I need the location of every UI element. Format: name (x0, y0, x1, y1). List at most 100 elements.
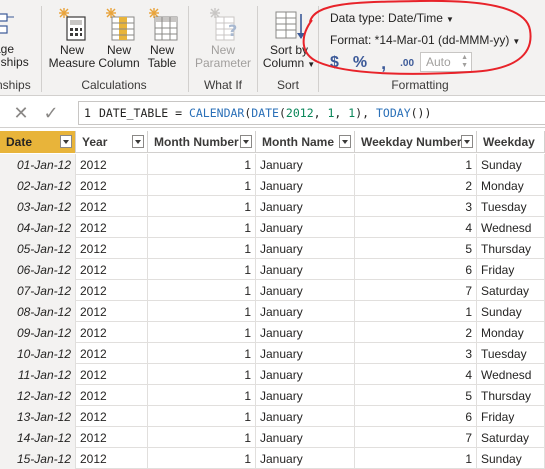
cell-weekday-number: 3 (355, 196, 477, 217)
new-table-button[interactable]: New Table (142, 0, 182, 70)
cell-month-number: 1 (148, 322, 256, 343)
table-row[interactable]: 08-Jan-12 2012 1 January 1 Sunday (0, 301, 545, 322)
table-header-row: Date Year Month Number Month Name Weekday Nu… (0, 131, 545, 153)
formula-token: 2012 (285, 106, 314, 120)
column-header-label: Date (6, 135, 33, 149)
table-row[interactable]: 04-Jan-12 2012 1 January 4 Wednesd (0, 217, 545, 238)
cell-date: 15-Jan-12 (0, 448, 76, 469)
data-type-dropdown[interactable]: Data type: Date/Time ▼ (330, 11, 454, 25)
table-row[interactable]: 12-Jan-12 2012 1 January 5 Thursday (0, 385, 545, 406)
column-header-label: Weekday Number (361, 135, 462, 149)
table-row[interactable]: 13-Jan-12 2012 1 January 6 Friday (0, 406, 545, 427)
cell-weekday: Monday (477, 322, 545, 343)
cell-weekday: Saturday (477, 280, 545, 301)
cell-date: 13-Jan-12 (0, 406, 76, 427)
cell-month-number: 1 (148, 301, 256, 322)
formula-token: TODAY (376, 106, 411, 120)
table-row[interactable]: 02-Jan-12 2012 1 January 2 Monday (0, 175, 545, 196)
table-row[interactable]: 03-Jan-12 2012 1 January 3 Tuesday (0, 196, 545, 217)
currency-format-button[interactable]: $ (330, 54, 339, 72)
cell-weekday: Friday (477, 406, 545, 427)
cell-weekday-number: 7 (355, 280, 477, 301)
cell-month-number: 1 (148, 280, 256, 301)
cell-weekday-number: 4 (355, 217, 477, 238)
cell-date: 05-Jan-12 (0, 238, 76, 259)
cell-date: 10-Jan-12 (0, 343, 76, 364)
new-measure-button[interactable]: New Measure (48, 0, 96, 70)
formula-token: CALENDAR (188, 106, 245, 120)
column-header-weekday[interactable]: Weekday (477, 131, 545, 153)
group-label-formatting: Formatting (391, 78, 449, 92)
cell-month-name: January (256, 406, 355, 427)
decimal-places-input[interactable]: Auto ▲ ▼ (420, 52, 472, 72)
svg-text:?: ? (228, 21, 237, 40)
filter-dropdown-icon[interactable] (461, 135, 473, 148)
cell-month-name: January (256, 154, 355, 175)
ribbon-separator (41, 6, 42, 92)
format-dropdown[interactable]: Format: *14-Mar-01 (dd-MMM-yy) ▼ (330, 33, 520, 47)
cell-year: 2012 (76, 154, 148, 175)
column-header-weekday-number[interactable]: Weekday Number (355, 131, 477, 153)
cell-weekday: Wednesd (477, 217, 545, 238)
table-row[interactable]: 15-Jan-12 2012 1 January 1 Sunday (0, 448, 545, 469)
table-row[interactable]: 01-Jan-12 2012 1 January 1 Sunday (0, 154, 545, 175)
cell-month-name: January (256, 280, 355, 301)
thousands-separator-button[interactable]: , (381, 54, 386, 72)
new-column-label-2: Column (98, 56, 140, 70)
cell-date: 12-Jan-12 (0, 385, 76, 406)
ribbon: age nships New Measure New Column (0, 0, 545, 96)
table-row[interactable]: 06-Jan-12 2012 1 January 6 Friday (0, 259, 545, 280)
cell-month-number: 1 (148, 217, 256, 238)
cell-month-number: 1 (148, 406, 256, 427)
cell-weekday: Sunday (477, 154, 545, 175)
filter-dropdown-icon[interactable] (339, 135, 351, 148)
decimal-places-icon: .00 (400, 57, 415, 69)
formula-token: ( (278, 106, 286, 120)
column-header-date[interactable]: Date (0, 131, 76, 153)
formula-token: DATE (251, 106, 279, 120)
chevron-down-icon: ▼ (307, 60, 316, 69)
sort-by-column-button[interactable]: Sort by Column ▼ (262, 0, 316, 71)
ribbon-separator (188, 6, 189, 92)
filter-dropdown-icon[interactable] (60, 135, 72, 148)
cell-month-number: 1 (148, 196, 256, 217)
filter-dropdown-icon[interactable] (132, 135, 144, 148)
group-label-calculations: Calculations (81, 78, 147, 92)
cell-month-number: 1 (148, 154, 256, 175)
table-row[interactable]: 10-Jan-12 2012 1 January 3 Tuesday (0, 343, 545, 364)
cell-date: 09-Jan-12 (0, 322, 76, 343)
formula-line-number: 1 (84, 106, 91, 120)
cell-date: 07-Jan-12 (0, 280, 76, 301)
data-type-label: Data type: Date/Time (330, 11, 443, 25)
decimal-spinner[interactable]: ▲ ▼ (461, 54, 468, 70)
cell-weekday: Friday (477, 259, 545, 280)
column-header-year[interactable]: Year (76, 131, 148, 153)
cell-year: 2012 (76, 217, 148, 238)
format-tools: $ % , .00 (330, 52, 414, 74)
column-header-month-number[interactable]: Month Number (148, 131, 256, 153)
percent-format-button[interactable]: % (353, 54, 367, 72)
commit-formula-icon[interactable]: ✓ (40, 102, 62, 124)
cell-month-name: January (256, 217, 355, 238)
new-parameter-button[interactable]: ? New Parameter (192, 0, 254, 70)
column-header-month-name[interactable]: Month Name (256, 131, 355, 153)
cell-weekday: Sunday (477, 448, 545, 469)
cell-month-name: January (256, 343, 355, 364)
formula-input[interactable]: 1 DATE_TABLE = CALENDAR(DATE(2012, 1, 1),… (78, 101, 545, 125)
cell-month-name: January (256, 175, 355, 196)
table-row[interactable]: 11-Jan-12 2012 1 January 4 Wednesd (0, 364, 545, 385)
filter-dropdown-icon[interactable] (240, 135, 252, 148)
new-measure-label-2: Measure (48, 56, 96, 70)
manage-relationships-button[interactable]: age nships (0, 0, 38, 69)
cell-month-name: January (256, 322, 355, 343)
table-row[interactable]: 09-Jan-12 2012 1 January 2 Monday (0, 322, 545, 343)
calculator-icon (59, 8, 86, 41)
table-row[interactable]: 14-Jan-12 2012 1 January 7 Saturday (0, 427, 545, 448)
table-row[interactable]: 05-Jan-12 2012 1 January 5 Thursday (0, 238, 545, 259)
table-row[interactable]: 07-Jan-12 2012 1 January 7 Saturday (0, 280, 545, 301)
new-column-button[interactable]: New Column (96, 0, 142, 70)
sort-by-column-label-2: Column ▼ (262, 57, 316, 71)
formula-token: ()) (410, 106, 432, 120)
cell-year: 2012 (76, 259, 148, 280)
cancel-formula-icon[interactable]: ✕ (10, 102, 32, 124)
